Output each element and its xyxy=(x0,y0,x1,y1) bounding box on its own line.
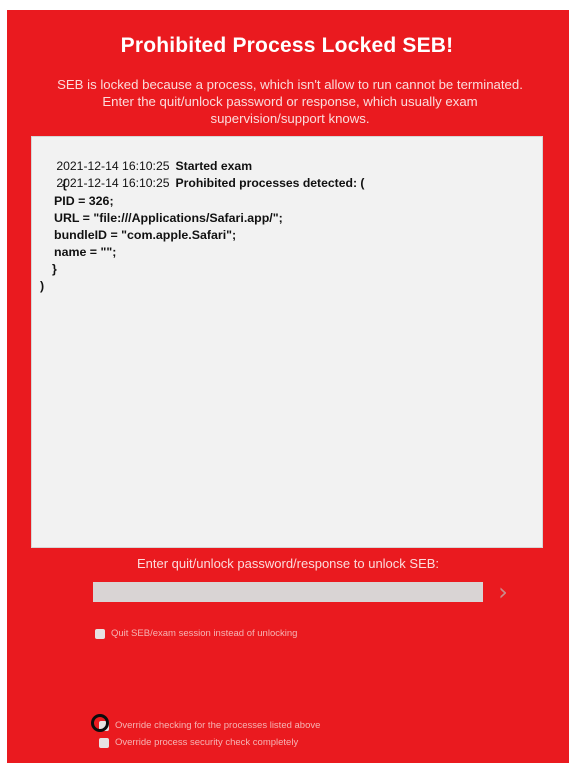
log-detail-line: PID = 326; xyxy=(54,194,114,208)
override-listed-label: Override checking for the processes list… xyxy=(115,720,321,731)
log-detail-line: { xyxy=(62,177,67,191)
override-security-label: Override process security check complete… xyxy=(115,737,299,748)
override-listed-option[interactable]: Override checking for the processes list… xyxy=(99,720,320,731)
log-detail-line: URL = "file:///Applications/Safari.app/"… xyxy=(54,211,283,225)
log-detail-line: name = ""; xyxy=(54,245,117,259)
process-log: 2021-12-14 16:10:25 Started exam 2021-12-… xyxy=(31,136,543,548)
dialog-title: Prohibited Process Locked SEB! xyxy=(120,34,454,57)
log-message: Prohibited processes detected: ( xyxy=(175,176,365,190)
submit-button[interactable]: › xyxy=(490,578,516,606)
chevron-right-icon: › xyxy=(498,578,508,606)
log-timestamp: 2021-12-14 16:10:25 xyxy=(56,176,170,190)
unlock-password-input[interactable] xyxy=(93,582,483,602)
quit-instead-label: Quit SEB/exam session instead of unlocki… xyxy=(111,628,298,639)
log-detail-line: ) xyxy=(40,279,45,293)
log-detail-line: } xyxy=(52,262,57,276)
override-security-checkbox[interactable] xyxy=(99,737,109,748)
override-security-option[interactable]: Override process security check complete… xyxy=(99,737,298,748)
dialog-description: SEB is locked because a process, which i… xyxy=(57,77,523,126)
seb-lock-screen: Prohibited Process Locked SEB! SEB is lo… xyxy=(7,10,569,763)
highlight-circle-annotation xyxy=(91,714,109,732)
quit-instead-option[interactable]: Quit SEB/exam session instead of unlocki… xyxy=(95,628,297,639)
unlock-prompt: Enter quit/unlock password/response to u… xyxy=(136,556,440,571)
log-detail-line: bundleID = "com.apple.Safari"; xyxy=(54,228,237,242)
quit-instead-checkbox[interactable] xyxy=(95,628,105,639)
